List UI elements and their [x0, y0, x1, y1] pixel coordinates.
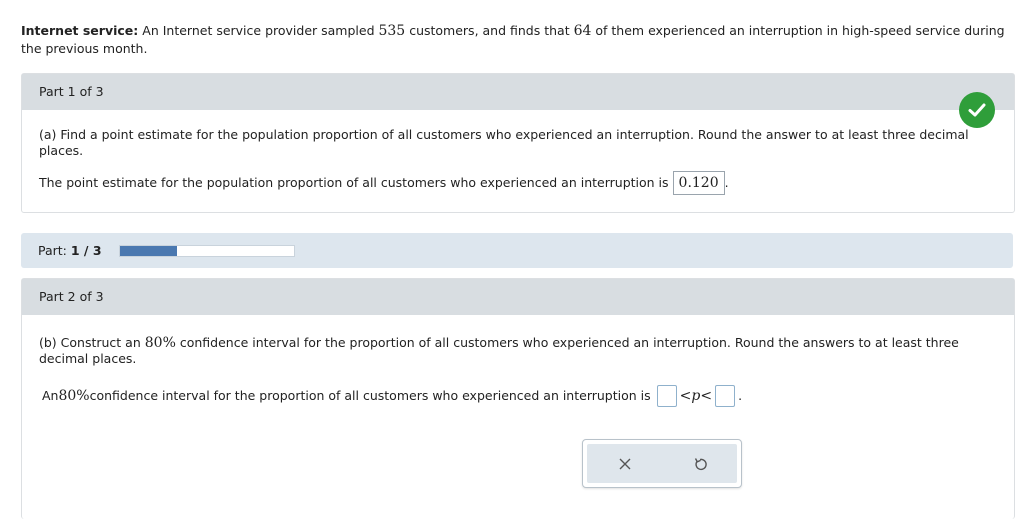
close-icon: [619, 458, 630, 469]
part-1-header: Part 1 of 3: [22, 74, 1014, 110]
part-2-answer-suffix: .: [738, 388, 743, 403]
sample-size: 535: [378, 23, 406, 39]
inequality-text: <p<: [679, 388, 713, 404]
part-2-question: (b) Construct an 80% confidence interval…: [39, 335, 999, 367]
part-2-answer-line: An 80% confidence interval for the propo…: [42, 385, 742, 407]
part-2-answer-2: confidence interval for the proportion o…: [89, 388, 651, 403]
interruption-count: 64: [573, 23, 592, 39]
part-2-header: Part 2 of 3: [22, 279, 1014, 315]
progress-track: [118, 244, 295, 257]
progress-value: 1 / 3: [70, 243, 102, 258]
answer-toolbar: [582, 439, 742, 488]
clear-button[interactable]: [607, 449, 643, 479]
problem-heading: Internet service:: [21, 23, 139, 38]
part-1-question: (a) Find a point estimate for the popula…: [39, 127, 969, 158]
part-progress: Part: 1 / 3: [21, 233, 1013, 268]
problem-text-2: customers, and finds that: [405, 23, 574, 38]
problem-text-1: An Internet service provider sampled: [142, 23, 379, 38]
undo-icon: [694, 457, 707, 470]
part-2-question-1: (b) Construct an: [39, 335, 145, 350]
part-2-card: Part 2 of 3 (b) Construct an 80% confide…: [21, 278, 1015, 519]
progress-label-text: Part:: [38, 243, 67, 258]
part-2-answer-1: An: [42, 388, 59, 403]
correct-check-icon: [959, 92, 995, 128]
point-estimate-answer: 0.120: [672, 171, 725, 195]
progress-fill: [119, 245, 178, 256]
undo-button[interactable]: [682, 449, 718, 479]
toolbar-inner: [587, 444, 737, 483]
lower-bound-input[interactable]: [656, 385, 677, 407]
part-1-answer-suffix: .: [724, 175, 729, 190]
upper-bound-input[interactable]: [715, 385, 736, 407]
confidence-level: 80%: [144, 335, 176, 351]
problem-statement: Internet service: An Internet service pr…: [21, 22, 1011, 57]
progress-label: Part: 1 / 3: [38, 243, 102, 258]
part-1-card: Part 1 of 3 (a) Find a point estimate fo…: [21, 73, 1015, 213]
part-2-question-2: confidence interval for the proportion o…: [39, 335, 959, 366]
confidence-level-answer: 80%: [58, 388, 90, 404]
part-1-answer-line: The point estimate for the population pr…: [39, 171, 729, 195]
part-1-answer-prefix: The point estimate for the population pr…: [39, 175, 669, 190]
